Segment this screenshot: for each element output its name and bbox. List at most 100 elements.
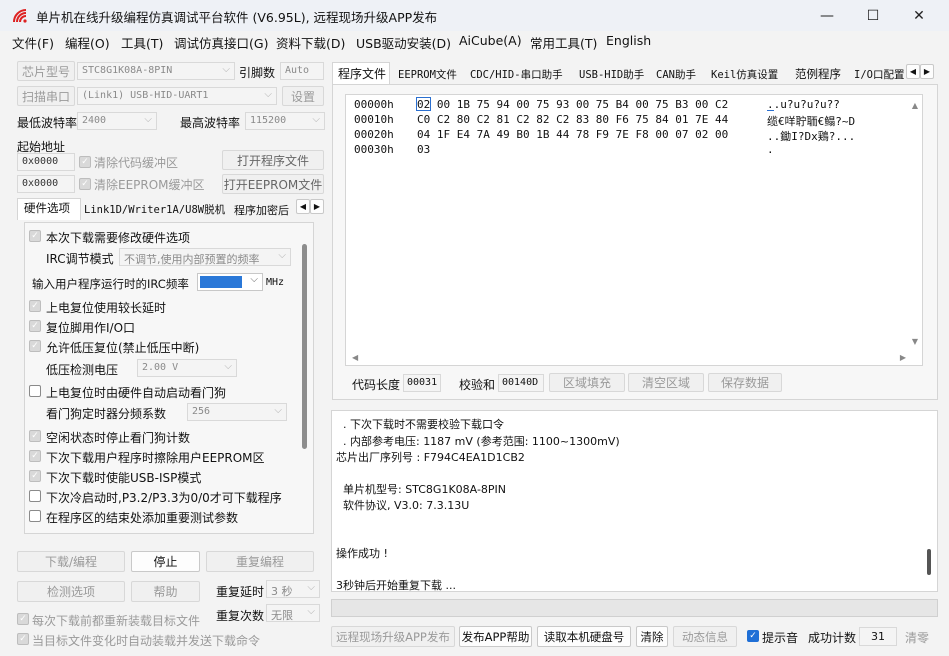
chip-model-button[interactable]: 芯片型号 [17,61,75,81]
help-button[interactable]: 帮助 [131,581,200,602]
port-settings-button[interactable]: 设置 [282,86,324,106]
erase-eeprom-checkbox[interactable]: ✓ [29,450,41,462]
reset-count-button[interactable]: 清零 [905,629,929,646]
wdt-prescaler-label: 看门狗定时器分频系数 [46,407,167,421]
tab-scroll-right-icon[interactable]: ▶ [920,64,934,79]
hex-ascii: 缆€咩聍聏€鳎?~D [767,115,856,128]
tab-scroll-left-icon[interactable]: ◀ [296,199,310,214]
tab-program-encryption[interactable]: 程序加密后 [234,202,294,218]
erase-eeprom-label: 下次下载用户程序时擦除用户EEPROM区 [46,451,265,465]
lvd-voltage-label: 低压检测电压 [46,363,119,377]
scan-port-button[interactable]: 扫描串口 [17,86,75,106]
tab-hardware-options[interactable]: 硬件选项 [24,200,70,216]
detect-options-button[interactable]: 检测选项 [17,581,125,602]
menu-english[interactable]: English [606,33,651,48]
clear-code-checkbox[interactable]: ✓ [79,156,91,168]
menu-tools[interactable]: 工具(T) [121,33,163,52]
add-test-params-checkbox[interactable] [29,510,41,522]
tab-scroll-left-icon[interactable]: ◀ [906,64,920,79]
chip-model-select[interactable]: STC8G1K08A-8PIN ⌵ [77,62,235,80]
reset-pin-io-checkbox[interactable]: ✓ [29,320,41,332]
tab-can-assistant[interactable]: CAN助手 [656,67,696,82]
eeprom-start-address-input[interactable]: 0x0000 [17,175,75,193]
menu-debug[interactable]: 调试仿真接口(G) [174,33,268,52]
cold-start-p32-checkbox[interactable] [29,490,41,502]
menu-program[interactable]: 编程(O) [65,33,110,52]
tab-io-config[interactable]: I/O口配置 [854,67,904,82]
clear-log-button[interactable]: 清除 [636,626,668,647]
menu-usb-driver[interactable]: USB驱动安装(D) [356,33,451,52]
close-button[interactable]: ✕ [896,0,942,31]
clear-eeprom-checkbox[interactable]: ✓ [79,178,91,190]
pin-count-select[interactable]: Auto [280,62,324,80]
irc-mode-select[interactable]: 不调节,使用内部预置的频率 ⌵ [119,248,291,266]
save-data-button[interactable]: 保存数据 [708,373,782,392]
code-address-value: 0x0000 [22,156,59,167]
irc-frequency-value-highlight [200,276,242,288]
hex-address: 00020h [354,128,394,141]
tab-link1d-offline[interactable]: Link1D/Writer1A/U8W脱机 [84,202,225,217]
repeat-program-button[interactable]: 重复编程 [206,551,314,572]
chevron-down-icon: ⌵ [264,89,272,100]
dynamic-info-button[interactable]: 动态信息 [673,626,737,647]
remote-upgrade-publish-button[interactable]: 远程现场升级APP发布 [331,626,455,647]
scroll-down-icon[interactable]: ▼ [912,337,918,346]
publish-app-help-button[interactable]: 发布APP帮助 [459,626,532,647]
download-program-button[interactable]: 下载/编程 [17,551,125,572]
beep-checkbox[interactable]: ✓ [747,630,759,642]
tab-cdc-hid-serial[interactable]: CDC/HID-串口助手 [470,67,563,82]
repeat-delay-value: 3 秒 [271,585,293,598]
max-baud-select[interactable]: 115200 ⌵ [245,112,325,130]
app-logo-icon [13,9,27,23]
auto-reload-on-change-label: 当目标文件变化时自动装载并发送下载命令 [32,634,261,648]
hardware-panel-scrollbar[interactable] [302,244,307,449]
read-disk-id-button[interactable]: 读取本机硬盘号 [537,626,631,647]
port-select[interactable]: (Link1) USB-HID-UART1 ⌵ [77,87,277,105]
tab-eeprom-file[interactable]: EEPROM文件 [398,67,457,82]
scroll-left-icon[interactable]: ◀ [352,353,358,362]
tab-program-file[interactable]: 程序文件 [338,65,386,82]
clear-code-label: 清除代码缓冲区 [94,156,179,170]
reload-before-download-checkbox[interactable]: ✓ [17,613,29,625]
repeat-delay-select[interactable]: 3 秒 ⌵ [266,580,320,598]
min-baud-select[interactable]: 2400 ⌵ [77,112,157,130]
open-program-file-button[interactable]: 打开程序文件 [222,150,324,170]
auto-watchdog-checkbox[interactable] [29,385,41,397]
idle-stop-wdt-checkbox[interactable]: ✓ [29,430,41,442]
repeat-count-select[interactable]: 无限 ⌵ [266,604,320,622]
menu-download[interactable]: 资料下载(D) [276,33,345,52]
auto-reload-on-change-checkbox[interactable]: ✓ [17,633,29,645]
irc-frequency-select[interactable]: ⌵ [197,273,263,291]
tab-usb-hid-assistant[interactable]: USB-HID助手 [579,67,644,82]
scroll-right-icon[interactable]: ▶ [900,353,906,362]
output-log[interactable]: . 下次下载时不需要校验下载口令 . 内部参考电压: 1187 mV (参考范围… [331,410,938,592]
cold-start-p32-label: 下次冷启动时,P3.2/P3.3为0/0才可下载程序 [46,491,282,505]
stop-button[interactable]: 停止 [131,551,200,572]
log-scrollbar[interactable] [927,549,931,575]
lvd-voltage-select[interactable]: 2.00 V ⌵ [137,359,237,377]
repeat-count-label: 重复次数 [216,609,265,623]
scroll-up-icon[interactable]: ▲ [912,101,918,110]
maximize-button[interactable]: ☐ [850,0,896,31]
hex-view[interactable]: 00000h 02 00 1B 75 94 00 75 93 00 75 B4 … [345,94,923,366]
open-eeprom-file-button[interactable]: 打开EEPROM文件 [222,174,324,194]
minimize-button[interactable]: — [804,0,850,31]
menu-aicube[interactable]: AiCube(A) [459,33,522,48]
success-count-label: 成功计数 [808,631,857,645]
wdt-prescaler-value: 256 [192,406,211,417]
clear-area-button[interactable]: 清空区域 [628,373,704,392]
code-start-address-input[interactable]: 0x0000 [17,153,75,171]
chevron-down-icon: ⌵ [307,606,315,617]
usb-isp-checkbox[interactable]: ✓ [29,470,41,482]
low-voltage-reset-checkbox[interactable]: ✓ [29,340,41,352]
long-reset-delay-checkbox[interactable]: ✓ [29,300,41,312]
menu-file[interactable]: 文件(F) [12,33,54,52]
modify-hw-options-checkbox[interactable]: ✓ [29,230,41,242]
tab-scroll-right-icon[interactable]: ▶ [310,199,324,214]
wdt-prescaler-select[interactable]: 256 ⌵ [187,403,287,421]
fill-area-button[interactable]: 区域填充 [549,373,625,392]
tab-keil-settings[interactable]: Keil仿真设置 [711,67,778,82]
menu-common-tools[interactable]: 常用工具(T) [530,33,597,52]
hex-bytes: 04 1F E4 7A 49 B0 1B 44 78 F9 7E F8 00 0… [417,128,729,141]
tab-example-programs[interactable]: 范例程序 [795,66,841,82]
